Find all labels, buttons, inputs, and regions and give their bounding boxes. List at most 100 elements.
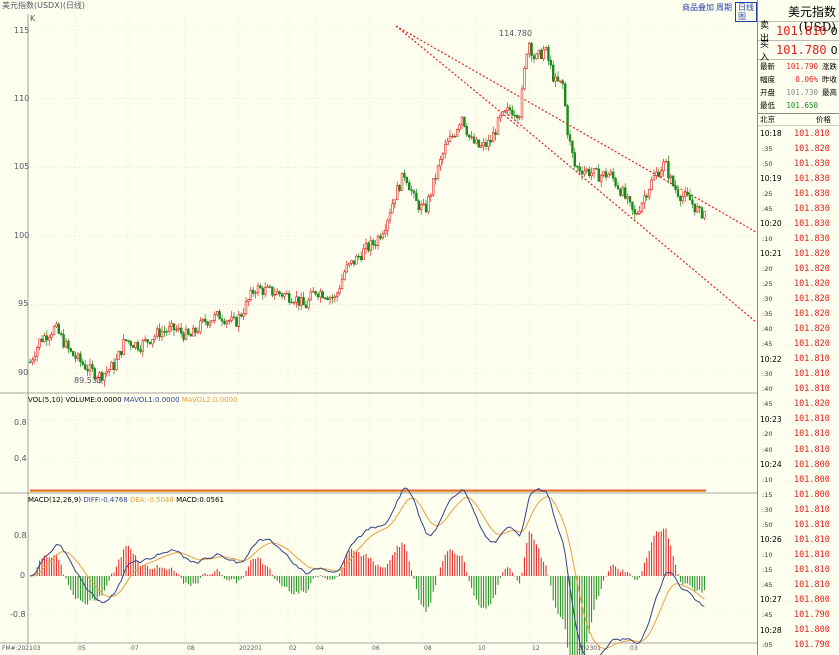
stat-value: 101.790 bbox=[786, 62, 818, 71]
candle-up bbox=[599, 175, 603, 182]
tick-time: :05 bbox=[762, 641, 773, 650]
candle-up bbox=[141, 340, 144, 352]
tick-price: 101.810 bbox=[794, 369, 830, 380]
tick-row: :45 101.790 bbox=[758, 608, 839, 623]
y-tick-100: 100 bbox=[14, 231, 30, 240]
tick-time: 10:23 bbox=[760, 414, 782, 424]
chart-canvas[interactable] bbox=[0, 0, 757, 655]
stat-latest: 最新 101.790 涨跌 bbox=[758, 60, 839, 73]
candle-up bbox=[523, 68, 526, 90]
candle-down bbox=[148, 341, 152, 345]
candle-up bbox=[647, 189, 651, 198]
candle-down bbox=[511, 109, 514, 116]
volume-legend: VOL(5,10) VOLUME:0.0000 MAVOL1:0.0000 MA… bbox=[28, 396, 238, 404]
channel-lower-line-a bbox=[395, 25, 521, 129]
candle-up bbox=[192, 327, 195, 337]
candle-down bbox=[204, 318, 207, 323]
candle-down bbox=[357, 255, 360, 258]
candle-down bbox=[81, 361, 85, 365]
candle-up bbox=[153, 335, 156, 340]
candle-down bbox=[367, 242, 370, 251]
stat-change-pct: 幅度 0.06% 昨收 bbox=[758, 73, 839, 86]
quote-side-panel: 美元指数(USD) 卖出 101.810 0 买入 101.780 0 最新 1… bbox=[757, 0, 839, 655]
candle-down bbox=[139, 349, 142, 352]
tick-price: 101.810 bbox=[794, 504, 830, 515]
vol-volume: VOLUME:0.0000 bbox=[65, 396, 122, 404]
candle-up bbox=[583, 170, 586, 175]
tick-time: :20 bbox=[762, 430, 773, 439]
x-label-11: 202301 bbox=[578, 645, 601, 652]
macd-tick-0: 0 bbox=[20, 571, 26, 580]
candle-up bbox=[247, 299, 250, 302]
candle-up bbox=[479, 145, 483, 148]
candle-down bbox=[547, 47, 550, 61]
tick-row: :50 101.810 bbox=[758, 517, 839, 532]
tick-price: 101.820 bbox=[794, 309, 830, 320]
tick-row: :40 101.810 bbox=[758, 442, 839, 457]
period-link[interactable]: 周期 bbox=[716, 2, 732, 13]
candle-up bbox=[436, 165, 440, 179]
sell-price: 101.810 bbox=[776, 24, 827, 38]
x-label-8: 08 bbox=[424, 645, 432, 652]
candle-up bbox=[386, 219, 389, 231]
stat-value: 101.650 bbox=[786, 101, 818, 110]
x-label-1: 05 bbox=[78, 645, 86, 652]
buy-label: 买入 bbox=[760, 40, 770, 63]
candle-down bbox=[86, 368, 89, 372]
candle-up bbox=[108, 369, 111, 372]
y-tick-115: 115 bbox=[14, 26, 30, 35]
candle-down bbox=[297, 296, 300, 306]
candle-down bbox=[633, 209, 637, 215]
daily-chart-button[interactable]: 日线图 bbox=[735, 2, 757, 22]
candle-up bbox=[50, 334, 53, 338]
candle-up bbox=[527, 42, 531, 55]
k-label: K bbox=[30, 14, 36, 23]
candle-up bbox=[273, 294, 276, 296]
candle-up bbox=[427, 195, 430, 213]
vol-mavol1: MAVOL1:0.0000 bbox=[123, 396, 180, 404]
tick-list[interactable]: 10:18 101.810:35 101.820:50 101.830 10:19 101… bbox=[758, 126, 839, 653]
tick-row: :10 101.810 bbox=[758, 547, 839, 562]
candle-up bbox=[592, 168, 596, 174]
high-annotation: 114.780 bbox=[499, 29, 533, 38]
candle-up bbox=[585, 168, 589, 172]
tick-time: :20 bbox=[762, 264, 773, 273]
candle-down bbox=[79, 353, 82, 363]
candle-up bbox=[470, 136, 473, 138]
candle-up bbox=[103, 372, 106, 381]
stat-label: 幅度 bbox=[760, 75, 775, 84]
candle-down bbox=[623, 187, 627, 199]
candle-up bbox=[283, 293, 286, 297]
candle-up bbox=[381, 233, 384, 239]
candle-down bbox=[287, 293, 291, 303]
kline-chart-area[interactable]: 美元指数(USDX)(日线) K 商品叠加 周期 日线图 115 110 105… bbox=[0, 0, 757, 655]
stat-label: 最新 bbox=[760, 62, 775, 71]
candle-up bbox=[544, 47, 548, 51]
tick-price: 101.810 bbox=[794, 579, 830, 590]
candle-up bbox=[635, 213, 639, 215]
candle-down bbox=[465, 126, 468, 136]
candlesticks[interactable] bbox=[28, 41, 706, 387]
buy-volume: 0 bbox=[830, 43, 838, 57]
candle-down bbox=[484, 142, 488, 147]
candle-down bbox=[331, 296, 334, 299]
tick-time: 10:20 bbox=[760, 219, 782, 229]
candle-down bbox=[614, 177, 617, 186]
tick-price: 101.820 bbox=[794, 339, 830, 350]
overlay-commodity-link[interactable]: 商品叠加 bbox=[682, 2, 714, 13]
tick-price: 101.830 bbox=[794, 203, 830, 214]
candle-down bbox=[405, 177, 408, 183]
candle-up bbox=[76, 353, 80, 359]
candle-up bbox=[431, 178, 435, 196]
candle-up bbox=[122, 339, 125, 355]
candle-down bbox=[120, 351, 123, 355]
candle-down bbox=[172, 323, 176, 331]
tick-row: :20 101.820 bbox=[758, 261, 839, 276]
candle-up bbox=[168, 326, 171, 332]
candle-down bbox=[698, 206, 701, 208]
candle-down bbox=[146, 339, 149, 343]
x-label-12: 03 bbox=[630, 645, 638, 652]
candle-up bbox=[626, 196, 629, 199]
tick-price: 101.810 bbox=[794, 384, 830, 395]
tick-row: :15 101.810 bbox=[758, 562, 839, 577]
